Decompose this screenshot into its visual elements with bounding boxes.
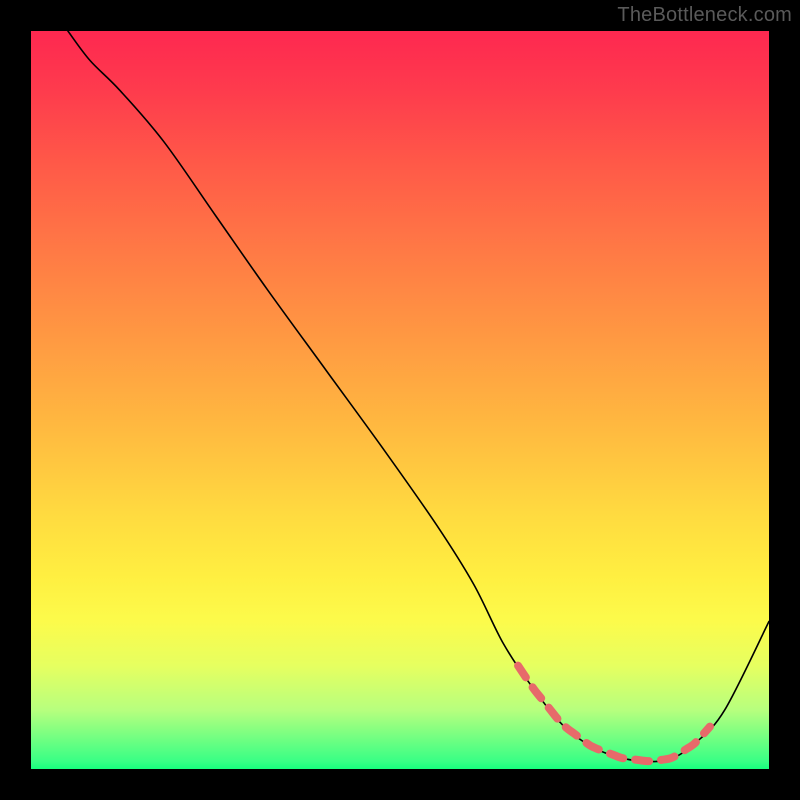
bottleneck-curve bbox=[68, 31, 769, 762]
chart-svg bbox=[31, 31, 769, 769]
chart-plot-area bbox=[31, 31, 769, 769]
optimal-region-highlight bbox=[518, 666, 710, 762]
chart-frame: TheBottleneck.com bbox=[0, 0, 800, 800]
watermark-text: TheBottleneck.com bbox=[617, 4, 792, 27]
